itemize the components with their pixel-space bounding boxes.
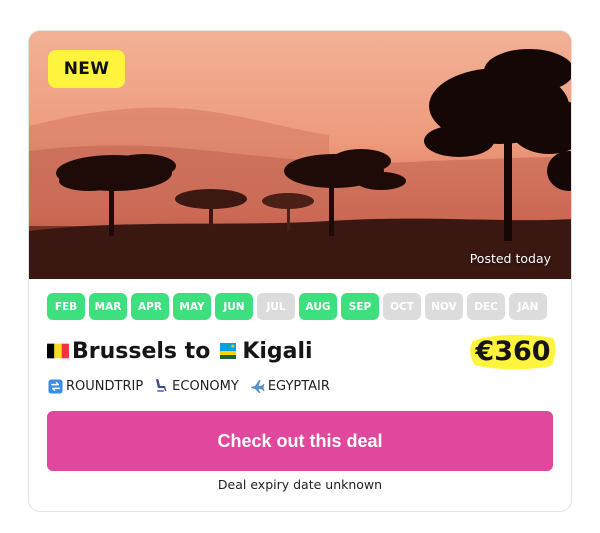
route-title: Brussels to Kigali	[47, 335, 313, 367]
route-origin: Brussels to	[72, 338, 211, 364]
month-chip-jan: JAN	[509, 293, 547, 320]
month-chip-may: MAY	[173, 293, 211, 320]
new-badge: NEW	[48, 50, 125, 88]
hero-image: NEW Posted today	[29, 31, 571, 279]
month-chip-mar: MAR	[89, 293, 127, 320]
month-chip-nov: NOV	[425, 293, 463, 320]
month-chip-jul: JUL	[257, 293, 295, 320]
rwanda-flag-icon	[217, 343, 239, 359]
month-chip-jun: JUN	[215, 293, 253, 320]
month-chip-apr: APR	[131, 293, 169, 320]
price-value: €360	[475, 335, 551, 367]
airline-label: EGYPTAIR	[267, 378, 330, 394]
belgium-flag-icon	[47, 343, 69, 359]
cabin-class-label: ECONOMY	[172, 378, 239, 394]
trip-type-label: ROUNDTRIP	[66, 378, 144, 394]
month-chip-sep: SEP	[341, 293, 379, 320]
price-tag: €360	[467, 329, 559, 373]
trip-type: ROUNDTRIP	[47, 378, 143, 394]
airplane-icon	[249, 378, 265, 394]
roundtrip-icon	[47, 378, 63, 394]
posted-date: Posted today	[469, 251, 551, 266]
route-destination: Kigali	[242, 338, 313, 364]
month-chip-dec: DEC	[467, 293, 505, 320]
check-out-deal-button[interactable]: Check out this deal	[47, 411, 553, 471]
deal-expiry-note: Deal expiry date unknown	[217, 477, 383, 492]
deal-card[interactable]: NEW Posted today FEB MAR APR MAY JUN JUL AUG SE…	[28, 30, 572, 512]
month-chip-aug: AUG	[299, 293, 337, 320]
cabin-class: ECONOMY	[153, 378, 239, 394]
seat-icon	[153, 378, 169, 394]
month-chip-oct: OCT	[383, 293, 421, 320]
airline: EGYPTAIR	[249, 378, 330, 394]
travel-months: FEB MAR APR MAY JUN JUL AUG SEP OCT NOV DEC JAN	[47, 293, 547, 320]
trip-details: ROUNDTRIP ECONOMY EGYPTAIR	[47, 378, 340, 394]
month-chip-feb: FEB	[47, 293, 85, 320]
